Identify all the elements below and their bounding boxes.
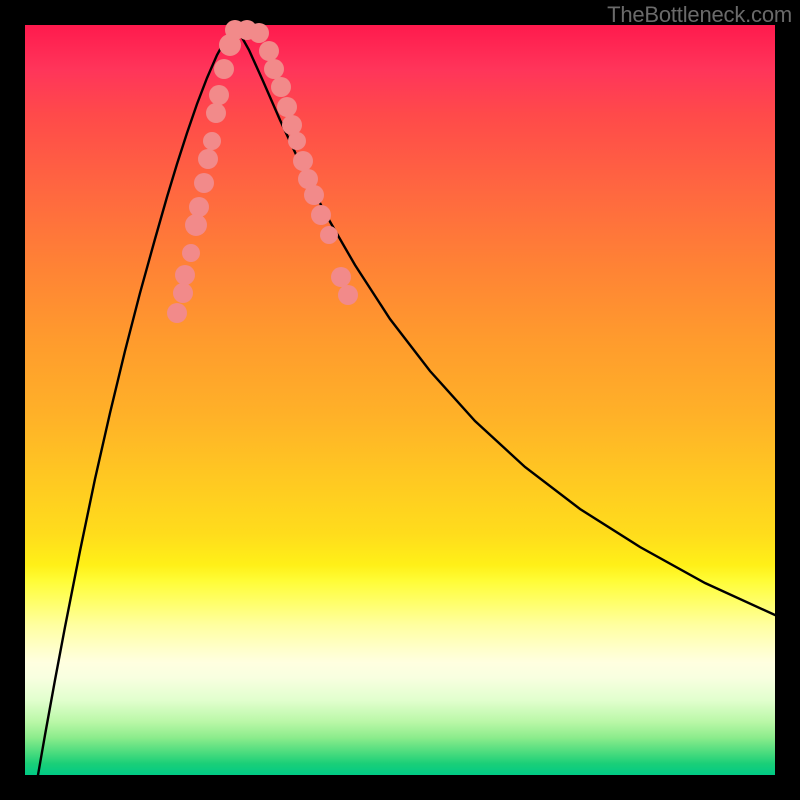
data-dot [311,205,331,225]
data-dot [264,59,284,79]
watermark-text: TheBottleneck.com [607,2,792,28]
curve-layer [38,25,775,775]
data-dot [331,267,351,287]
data-dot [194,173,214,193]
data-dot [288,132,306,150]
data-dot [182,244,200,262]
right-curve [235,25,775,615]
data-dot [206,103,226,123]
data-dot [198,149,218,169]
data-dot [173,283,193,303]
data-dot [338,285,358,305]
data-dot [259,41,279,61]
data-dot [214,59,234,79]
data-dot [175,265,195,285]
data-dot [293,151,313,171]
data-dot [189,197,209,217]
dots-layer [167,20,358,323]
data-dot [320,226,338,244]
data-dot [209,85,229,105]
data-dot [277,97,297,117]
data-dot [282,115,302,135]
chart-svg [25,25,775,775]
data-dot [304,185,324,205]
data-dot [185,214,207,236]
data-dot [249,23,269,43]
chart-frame: TheBottleneck.com [0,0,800,800]
data-dot [203,132,221,150]
data-dot [167,303,187,323]
data-dot [271,77,291,97]
